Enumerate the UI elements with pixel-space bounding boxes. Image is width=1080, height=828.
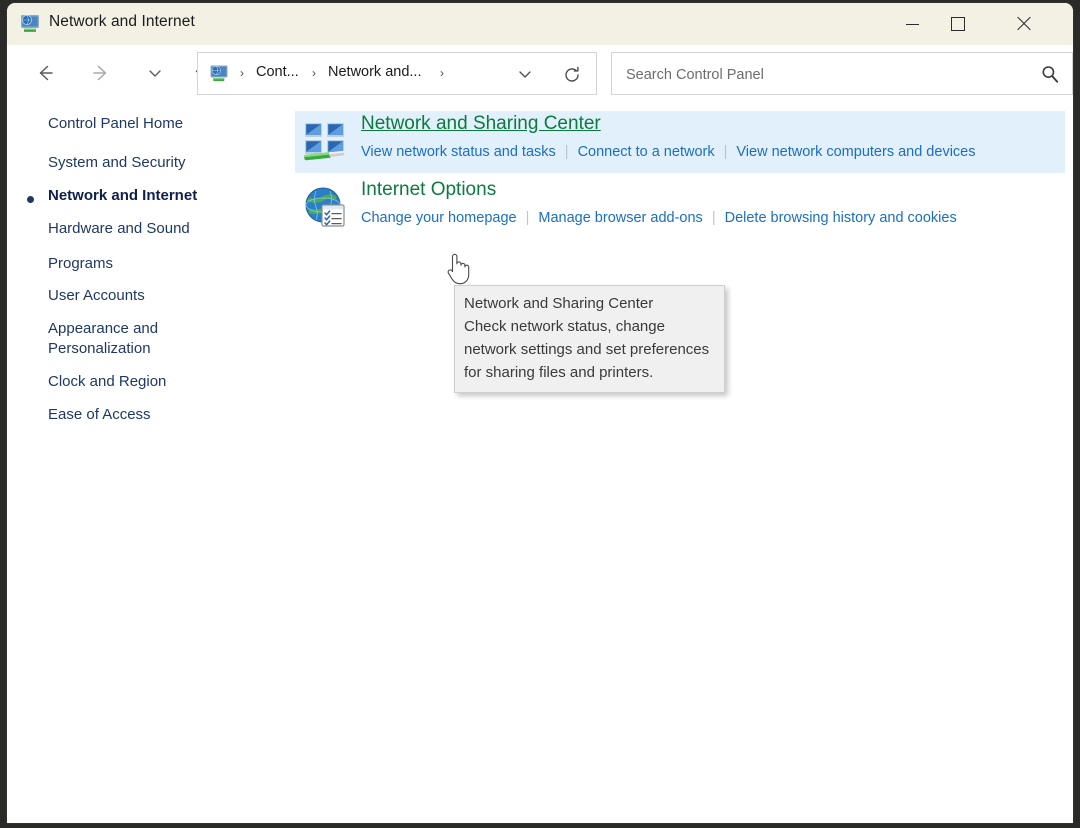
network-sharing-icon (302, 119, 348, 165)
sidebar-item-control-panel-home[interactable]: Control Panel Home (48, 114, 183, 134)
window-app-icon (19, 13, 41, 34)
category-list: Network and Sharing Center View network … (295, 105, 1073, 823)
link-view-network-status-and-tasks[interactable]: View network status and tasks (361, 144, 556, 160)
breadcrumb-item-network[interactable]: Network and... (328, 64, 422, 80)
address-bar-icon (209, 64, 229, 83)
category-row-internet-options[interactable]: Internet Options Change your homepage|Ma… (295, 177, 1065, 239)
tooltip-line: network settings and set preferences (464, 338, 715, 361)
search-box[interactable] (611, 52, 1073, 95)
tooltip: Network and Sharing Center Check network… (454, 285, 725, 393)
maximize-button[interactable] (935, 3, 981, 45)
link-divider: | (703, 210, 725, 226)
breadcrumb-separator: › (240, 66, 244, 80)
address-dropdown-button[interactable] (512, 61, 538, 87)
refresh-button[interactable] (558, 61, 586, 89)
breadcrumb-item-control-panel[interactable]: Cont... (256, 64, 299, 80)
forward-button[interactable] (81, 53, 121, 93)
navigation-bar: › Cont... › Network and... › (7, 45, 1073, 105)
sidebar-item-hardware-and-sound[interactable]: Hardware and Sound (48, 219, 190, 239)
window-title: Network and Internet (49, 13, 195, 31)
minimize-icon (906, 24, 919, 25)
link-delete-browsing-history-and-cookies[interactable]: Delete browsing history and cookies (725, 210, 957, 226)
sidebar-item-ease-of-access[interactable]: Ease of Access (48, 405, 151, 425)
address-bar[interactable]: › Cont... › Network and... › (197, 52, 597, 95)
link-change-your-homepage[interactable]: Change your homepage (361, 210, 517, 226)
category-title-internet-options[interactable]: Internet Options (361, 179, 496, 201)
sidebar-item-system-and-security[interactable]: System and Security (48, 153, 186, 173)
sidebar: Control Panel Home System and Security N… (7, 105, 295, 823)
close-icon (1016, 16, 1032, 32)
link-divider: | (556, 144, 578, 160)
category-title-network-and-sharing-center[interactable]: Network and Sharing Center (361, 113, 601, 135)
link-divider: | (517, 210, 539, 226)
category-links-internet: Change your homepage|Manage browser add-… (361, 210, 957, 226)
search-input[interactable] (624, 53, 1028, 96)
breadcrumb-separator: › (312, 66, 316, 80)
chevron-down-icon (516, 65, 534, 83)
minimize-button[interactable] (889, 3, 935, 45)
link-divider: | (715, 144, 737, 160)
back-button[interactable] (25, 53, 65, 93)
search-icon[interactable] (1040, 64, 1060, 84)
arrow-left-icon (33, 61, 57, 85)
close-button[interactable] (1001, 3, 1047, 45)
breadcrumb-separator: › (440, 66, 444, 80)
link-manage-browser-add-ons[interactable]: Manage browser add-ons (538, 210, 702, 226)
maximize-icon (951, 17, 965, 31)
refresh-icon (562, 65, 582, 85)
sidebar-item-programs[interactable]: Programs (48, 254, 113, 274)
control-panel-window: Network and Internet (6, 2, 1074, 824)
arrow-right-icon (89, 61, 113, 85)
category-row-network-and-sharing-center[interactable]: Network and Sharing Center View network … (295, 111, 1065, 173)
sidebar-item-appearance-and-personalization[interactable]: Appearance and Personalization (48, 319, 208, 359)
sidebar-item-user-accounts[interactable]: User Accounts (48, 286, 145, 306)
tooltip-line: for sharing files and printers. (464, 361, 715, 384)
chevron-down-icon (145, 63, 165, 83)
sidebar-item-network-and-internet[interactable]: Network and Internet (48, 186, 197, 206)
content-area: Control Panel Home System and Security N… (7, 105, 1073, 823)
sidebar-selected-bullet-icon (27, 196, 34, 203)
link-connect-to-a-network[interactable]: Connect to a network (578, 144, 715, 160)
tooltip-line: Network and Sharing Center (464, 292, 715, 315)
sidebar-item-clock-and-region[interactable]: Clock and Region (48, 372, 166, 392)
category-links-network: View network status and tasks|Connect to… (361, 144, 975, 160)
tooltip-line: Check network status, change (464, 315, 715, 338)
recent-locations-button[interactable] (135, 53, 175, 93)
title-bar: Network and Internet (7, 3, 1073, 45)
internet-options-icon (302, 185, 348, 231)
link-view-network-computers-and-devices[interactable]: View network computers and devices (736, 144, 975, 160)
